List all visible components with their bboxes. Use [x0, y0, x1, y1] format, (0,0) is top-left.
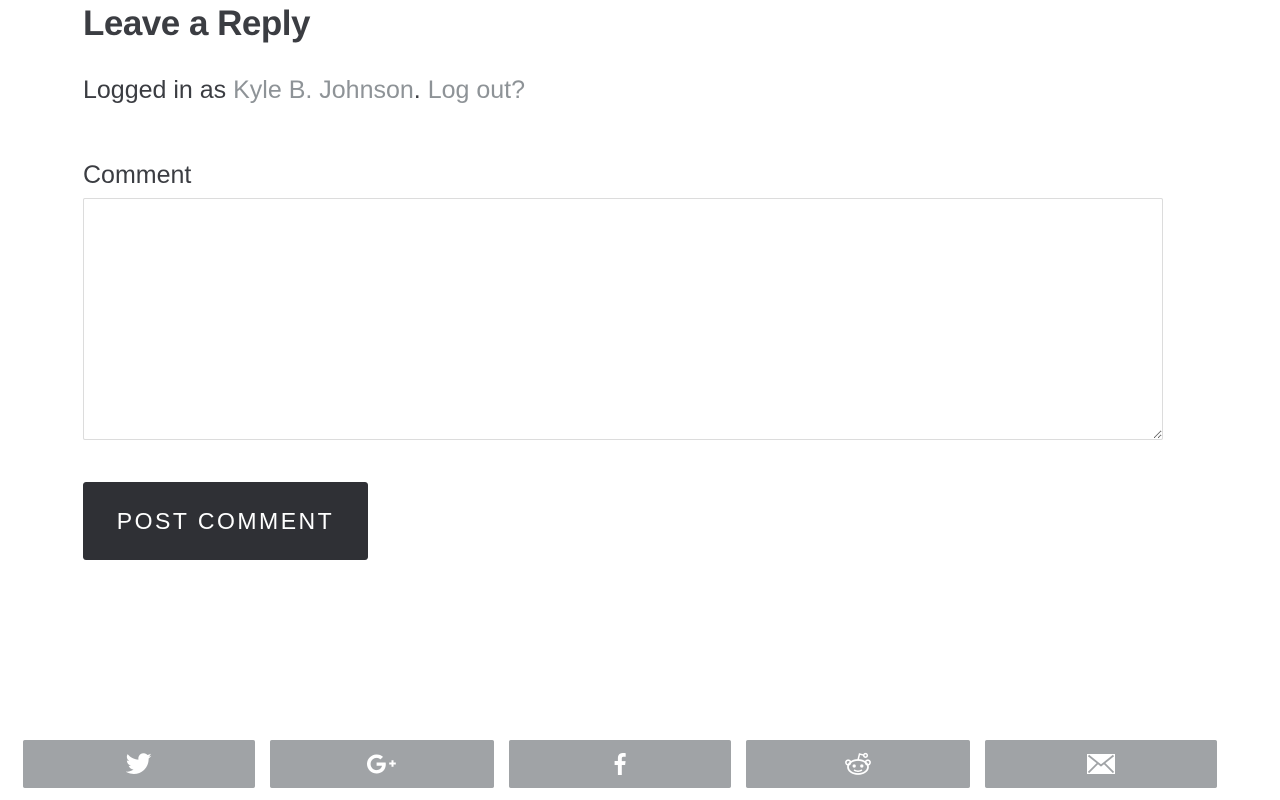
share-reddit-button[interactable]: [746, 740, 970, 788]
reddit-icon: [844, 752, 872, 776]
share-email-button[interactable]: [985, 740, 1217, 788]
logged-in-prefix: Logged in as: [83, 76, 234, 104]
comment-textarea[interactable]: [83, 198, 1163, 440]
twitter-icon: [126, 753, 152, 775]
user-profile-link[interactable]: Kyle B. Johnson: [233, 76, 414, 104]
email-icon: [1087, 754, 1115, 774]
logged-in-separator: .: [413, 76, 428, 104]
share-facebook-button[interactable]: [509, 740, 731, 788]
share-google-plus-button[interactable]: [270, 740, 494, 788]
reply-title: Leave a Reply: [83, 4, 310, 43]
google-plus-icon: [367, 754, 397, 774]
share-twitter-button[interactable]: [23, 740, 255, 788]
comment-label: Comment: [83, 161, 192, 189]
reply-section: Leave a Reply Logged in as Kyle B. Johns…: [0, 0, 1280, 800]
facebook-icon: [614, 753, 626, 775]
logout-link[interactable]: Log out?: [428, 76, 525, 104]
logged-in-line: Logged in as Kyle B. Johnson. Log out?: [83, 74, 525, 106]
share-bar: [0, 740, 1280, 788]
post-comment-button[interactable]: POST COMMENT: [83, 482, 368, 560]
